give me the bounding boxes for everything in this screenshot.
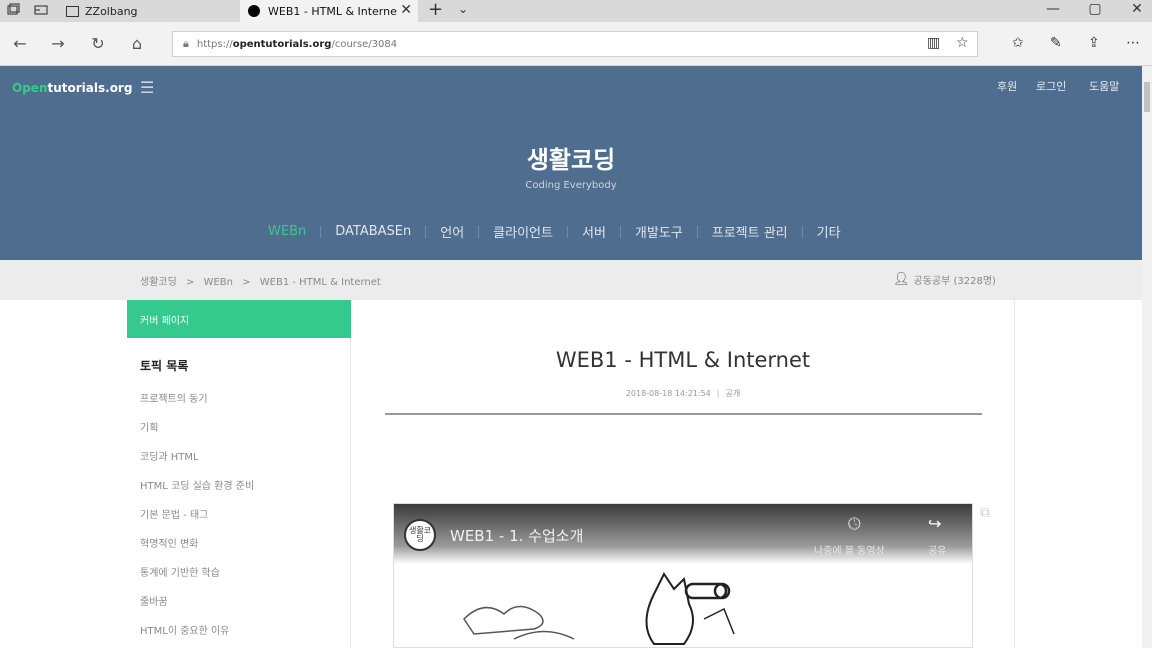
- tab-preview-chevron-icon[interactable]: ⌄: [458, 2, 468, 16]
- breadcrumb-separator: >: [242, 277, 251, 288]
- breadcrumb-bar: 생활코딩 > WEBn > WEB1 - HTML & Internet 👤︎ …: [0, 260, 1142, 300]
- toc-item[interactable]: HTML 코딩 실습 환경 준비: [140, 477, 254, 492]
- category-database[interactable]: DATABASEn: [321, 224, 425, 239]
- toc-item[interactable]: 혁명적인 변화: [140, 535, 198, 550]
- page-icon: [66, 5, 79, 17]
- category-server[interactable]: 서버: [568, 222, 620, 241]
- category-devtools[interactable]: 개발도구: [621, 222, 697, 241]
- url-prefix: https://: [196, 38, 233, 50]
- post-date: 2018-08-18 14:21:54: [625, 389, 711, 398]
- header-link-donate[interactable]: 후원: [997, 78, 1017, 94]
- category-client[interactable]: 클라이언트: [479, 222, 567, 241]
- share-arrow-icon[interactable]: ↪: [928, 514, 941, 533]
- lock-icon: 🔒︎: [183, 37, 189, 50]
- video-thumbnail-illustration: [463, 572, 735, 645]
- browser-tab-bar: ZZolbang WEB1 - HTML & Interne ✕ + ⌄ — ▢…: [0, 0, 1152, 22]
- category-webn[interactable]: WEBn: [254, 224, 320, 239]
- tab-actions-icon[interactable]: [6, 3, 20, 17]
- watch-later-label: 나중에 볼 동영상: [814, 546, 885, 557]
- url-path: /course/3084: [331, 38, 398, 50]
- breadcrumb-separator: >: [186, 277, 195, 288]
- tab-web1[interactable]: WEB1 - HTML & Interne ✕: [240, 0, 418, 22]
- content-divider: [1014, 300, 1015, 648]
- toc-item[interactable]: 기본 문법 - 태그: [140, 506, 208, 521]
- clock-icon[interactable]: 🕓︎: [848, 514, 861, 534]
- reading-view-icon[interactable]: ▥: [927, 35, 940, 51]
- title-divider: [385, 413, 982, 415]
- address-bar[interactable]: 🔒︎ https://opentutorials.org/course/3084: [172, 31, 978, 57]
- external-link-icon[interactable]: ⧉: [980, 505, 990, 521]
- video-embed[interactable]: 생활코딩 WEB1 - 1. 수업소개 🕓︎ ↪ 나중에 볼 동영상 공유: [393, 503, 973, 648]
- hamburger-menu-icon[interactable]: ☰: [140, 78, 154, 97]
- share-label: 공유: [928, 546, 947, 557]
- header-link-login[interactable]: 로그인: [1036, 78, 1066, 94]
- page-title: WEB1 - HTML & Internet: [555, 348, 811, 372]
- set-tabs-aside-icon[interactable]: [34, 3, 48, 17]
- toc-item[interactable]: 통계에 기반한 학습: [140, 564, 220, 579]
- category-language[interactable]: 언어: [426, 222, 478, 241]
- url-domain: opentutorials.org: [232, 38, 332, 50]
- new-tab-button[interactable]: +: [428, 0, 443, 20]
- toc-item[interactable]: 코딩과 HTML: [140, 448, 199, 463]
- group-study-label: 공동공부 (3228명): [913, 276, 996, 287]
- header-link-help[interactable]: 도움말: [1089, 78, 1119, 94]
- web-note-icon[interactable]: ✎: [1050, 35, 1062, 51]
- browser-toolbar: ← → ↻ ⌂ 🔒︎ https://opentutorials.org/cou…: [0, 22, 1152, 66]
- main-content: WEB1 - HTML & Internet 2018-08-18 14:21:…: [352, 300, 1014, 648]
- toc-item[interactable]: 프로젝트의 동기: [140, 390, 208, 405]
- minimize-button[interactable]: —: [1038, 1, 1068, 17]
- page-scrollbar[interactable]: [1142, 66, 1152, 648]
- site-logo[interactable]: Opentutorials.org: [12, 81, 132, 95]
- toc-item[interactable]: HTML이 중요한 이유: [140, 622, 229, 637]
- tab-zzolbang[interactable]: ZZolbang: [60, 0, 238, 22]
- category-etc[interactable]: 기타: [803, 222, 855, 241]
- toc-title: 토픽 목록: [140, 359, 189, 373]
- toc-item[interactable]: 기획: [140, 419, 158, 434]
- group-study-icon: 👤︎: [893, 272, 910, 287]
- toc-item[interactable]: 줄바꿈: [140, 593, 168, 608]
- maximize-button[interactable]: ▢: [1080, 1, 1110, 17]
- site-title: 생활코딩: [526, 146, 616, 174]
- channel-avatar[interactable]: 생활코딩: [404, 519, 436, 551]
- cover-page-button[interactable]: 커버 페이지: [127, 300, 351, 338]
- site-header: Opentutorials.org ☰ 후원 로그인 도움말 생활코딩 Codi…: [0, 66, 1142, 260]
- breadcrumb-home[interactable]: 생활코딩: [140, 277, 177, 288]
- tab-label: ZZolbang: [85, 4, 138, 18]
- more-icon[interactable]: ⋯: [1126, 35, 1140, 51]
- favicon-icon: [248, 5, 260, 17]
- scrollbar-thumb[interactable]: [1144, 82, 1150, 112]
- close-window-button[interactable]: ✕: [1122, 1, 1152, 17]
- close-tab-icon[interactable]: ✕: [400, 2, 412, 18]
- refresh-icon[interactable]: ↻: [88, 34, 108, 53]
- visibility-label: 공개: [725, 389, 741, 398]
- back-icon[interactable]: ←: [10, 34, 30, 53]
- breadcrumb-webn[interactable]: WEBn: [204, 277, 233, 288]
- breadcrumb-current[interactable]: WEB1 - HTML & Internet: [260, 277, 381, 288]
- forward-icon[interactable]: →: [48, 34, 68, 53]
- tab-label: WEB1 - HTML & Interne: [268, 4, 397, 18]
- favorite-star-icon[interactable]: ☆: [956, 35, 969, 51]
- category-nav: WEBn DATABASEn 언어 클라이언트 서버 개발도구 프로젝트 관리 …: [254, 222, 855, 241]
- category-project-management[interactable]: 프로젝트 관리: [698, 222, 802, 241]
- breadcrumb: 생활코딩 > WEBn > WEB1 - HTML & Internet: [140, 273, 387, 288]
- sidebar: 커버 페이지 토픽 목록 프로젝트의 동기 기획 코딩과 HTML HTML 코…: [127, 300, 351, 648]
- favorites-hub-icon[interactable]: ✩: [1012, 35, 1024, 51]
- video-title[interactable]: WEB1 - 1. 수업소개: [450, 525, 583, 546]
- site-subtitle: Coding Everybody: [525, 180, 617, 191]
- meta-separator: |: [716, 389, 720, 398]
- post-meta: 2018-08-18 14:21:54 | 공개: [352, 388, 1014, 399]
- share-icon[interactable]: ⇪: [1088, 35, 1100, 51]
- group-study-link[interactable]: 👤︎ 공동공부 (3228명): [893, 272, 996, 287]
- home-icon[interactable]: ⌂: [127, 34, 147, 53]
